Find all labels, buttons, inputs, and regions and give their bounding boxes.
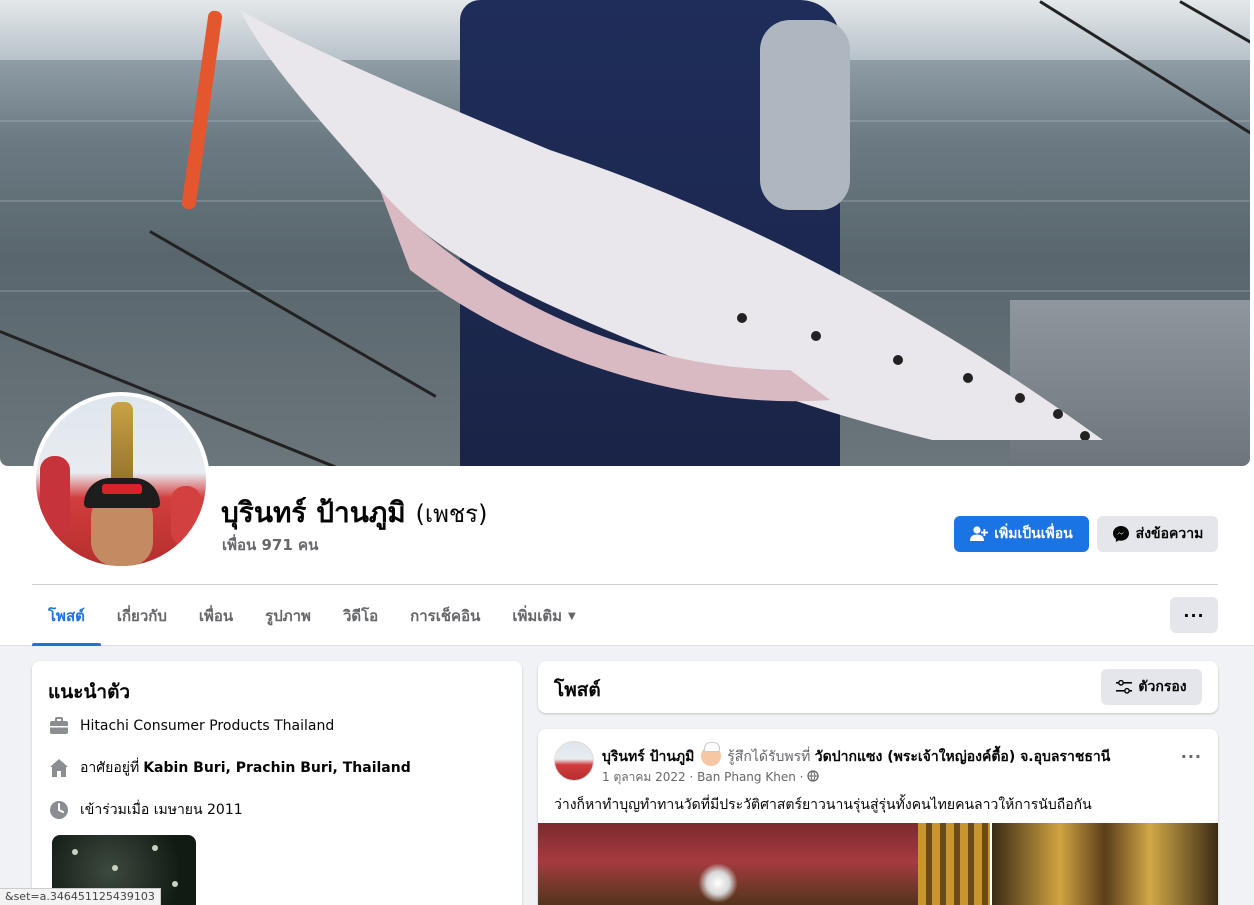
tab-label: เพื่อน (198, 607, 234, 625)
profile-name: บุรินทร์ ป้านภูมิ (เพชร) (221, 491, 487, 535)
tab-label: เกี่ยวกับ (116, 607, 167, 625)
tab-photos[interactable]: รูปภาพ (249, 586, 327, 646)
post-date[interactable]: 1 ตุลาคม 2022 (602, 770, 686, 784)
tab-posts[interactable]: โพสต์ (32, 586, 101, 646)
photo-chandelier (698, 863, 738, 903)
intro-lives-prefix: อาศัยอยู่ที่ (80, 760, 140, 776)
filter-button[interactable]: ตัวกรอง (1101, 669, 1202, 705)
tab-friends[interactable]: เพื่อน (183, 586, 249, 646)
tab-videos[interactable]: วิดีโอ (327, 586, 394, 646)
intro-joined-text: เข้าร่วมเมื่อ เมษายน 2011 (80, 802, 243, 818)
avatar-cap-badge (102, 484, 142, 494)
tab-label: วิดีโอ (342, 607, 379, 625)
cover-photo[interactable] (0, 0, 1250, 466)
caret-down-icon: ▼ (568, 610, 576, 622)
add-person-icon (970, 526, 989, 541)
clock-icon (48, 799, 70, 821)
profile-nickname: (เพชร) (415, 500, 488, 528)
photo-gold-pillar (918, 823, 990, 905)
message-button[interactable]: ส่งข้อความ (1097, 516, 1218, 552)
messenger-icon (1112, 526, 1129, 542)
filter-icon (1116, 680, 1133, 694)
meta-separator: · (799, 770, 804, 784)
tab-label: การเช็คอิน (410, 607, 481, 625)
friends-count[interactable]: เพื่อน 971 คน (222, 533, 318, 557)
intro-title: แนะนำตัว (48, 681, 131, 703)
post-author-avatar[interactable] (554, 741, 594, 781)
tab-label: รูปภาพ (265, 607, 311, 625)
tab-about[interactable]: เกี่ยวกับ (101, 586, 183, 646)
post-place[interactable]: วัดปากแซง (พระเจ้าใหญ่องค์ตื้อ) จ.อุบลรา… (815, 749, 1111, 765)
tab-label: โพสต์ (48, 607, 85, 625)
profile-picture[interactable] (32, 392, 210, 570)
intro-work-text[interactable]: Hitachi Consumer Products Thailand (80, 718, 334, 734)
avatar (36, 396, 206, 566)
tab-more[interactable]: เพิ่มเติม ▼ (496, 586, 591, 646)
post-meta: 1 ตุลาคม 2022 · Ban Phang Khen · (602, 768, 819, 787)
photo-detail (72, 849, 78, 855)
add-friend-label: เพิ่มเป็นเพื่อน (994, 526, 1073, 542)
photo-detail (112, 865, 118, 871)
avatar-tree (40, 456, 70, 536)
briefcase-icon (48, 715, 70, 737)
tab-label: เพิ่มเติม (512, 607, 563, 625)
meta-separator: · (689, 770, 694, 784)
globe-icon (807, 770, 819, 782)
intro-lives-place[interactable]: Kabin Buri, Prachin Buri, Thailand (143, 760, 411, 776)
post-card: บุรินทร์ ป้านภูมิ รู้สึกได้รับพรที่ วัดป… (538, 729, 1218, 905)
message-label: ส่งข้อความ (1135, 526, 1204, 542)
photo-detail (172, 881, 178, 887)
more-options-button[interactable]: ··· (1170, 597, 1218, 633)
feeling-emoji-icon (700, 742, 721, 766)
cover-fish (240, 10, 1103, 440)
intro-joined: เข้าร่วมเมื่อ เมษายน 2011 (48, 799, 243, 821)
post-author[interactable]: บุรินทร์ ป้านภูมิ (602, 749, 694, 765)
post-header-line: บุรินทร์ ป้านภูมิ รู้สึกได้รับพรที่ วัดป… (602, 742, 1111, 768)
posts-header-card: โพสต์ ตัวกรอง (538, 661, 1218, 713)
intro-work: Hitachi Consumer Products Thailand (48, 715, 334, 737)
profile-tabs: โพสต์ เกี่ยวกับ เพื่อน รูปภาพ วิดีโอ การ… (32, 586, 592, 646)
tab-checkins[interactable]: การเช็คอิน (394, 586, 496, 646)
add-friend-button[interactable]: เพิ่มเป็นเพื่อน (954, 516, 1089, 552)
status-bar-url: &set=a.346451125439103 (0, 888, 161, 905)
post-location[interactable]: Ban Phang Khen (697, 770, 796, 784)
intro-card: แนะนำตัว Hitachi Consumer Products Thail… (32, 661, 522, 905)
avatar-tree (171, 486, 201, 546)
header-divider (32, 584, 1218, 585)
post-options-button[interactable]: ··· (1181, 747, 1202, 766)
photo-detail (152, 845, 158, 851)
intro-lives: อาศัยอยู่ที่ Kabin Buri, Prachin Buri, T… (48, 757, 411, 779)
post-text: ว่างก็หาทำบุญทำทานวัดที่มีประวัติศาสตร์ย… (554, 797, 1092, 813)
post-feeling: รู้สึกได้รับพรที่ (727, 749, 811, 765)
home-icon (48, 757, 70, 779)
post-photo[interactable] (992, 823, 1218, 905)
posts-title: โพสต์ (554, 679, 601, 701)
filter-label: ตัวกรอง (1138, 679, 1187, 695)
post-photo[interactable] (538, 823, 990, 905)
profile-name-text: บุรินทร์ ป้านภูมิ (221, 496, 406, 529)
